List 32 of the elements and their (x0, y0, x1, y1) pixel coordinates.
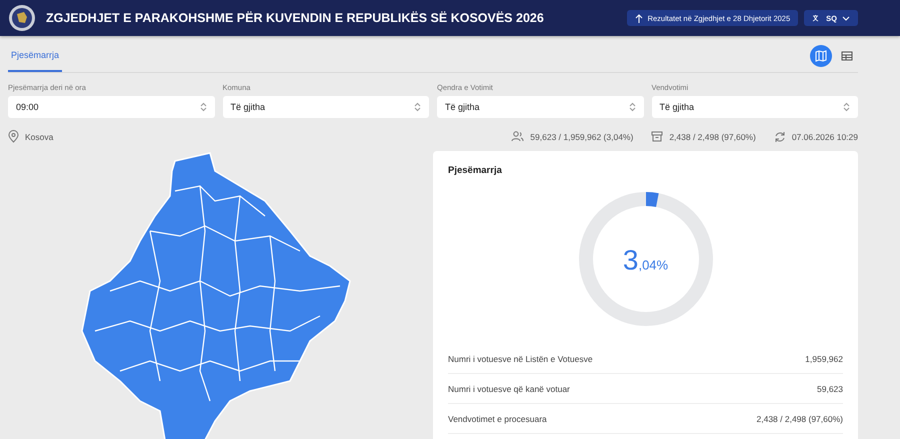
stat-text: 2,438 / 2,498 (97,60%) (669, 132, 756, 142)
people-icon (511, 131, 524, 142)
table-icon (841, 51, 853, 61)
row-label: Vendvotimet e procesuara (448, 414, 547, 424)
sort-chevrons-icon (628, 102, 636, 112)
location-text: Kosova (25, 132, 54, 142)
sort-chevrons-icon (414, 102, 421, 112)
select-field[interactable]: 09:00 (8, 96, 214, 118)
select-field[interactable]: Të gjitha (222, 96, 429, 118)
map-view-button[interactable] (810, 45, 832, 67)
stat-text: 59,623 / 1,959,962 (3,04%) (530, 132, 634, 142)
row-label: Numri i votuesve që kanë votuar (448, 384, 570, 394)
sort-chevrons-icon (200, 102, 206, 112)
card-title: Pjesëmarrja (448, 165, 503, 176)
ballot-box-icon (651, 131, 664, 142)
select-field[interactable]: Të gjitha (437, 96, 644, 118)
emblem-icon (8, 4, 36, 32)
select-field[interactable]: Të gjitha (652, 96, 858, 118)
chevron-down-icon (842, 16, 850, 20)
stat-text: 07.06.2026 10:29 (792, 132, 858, 142)
row-value: 1,959,962 (805, 354, 843, 364)
row-label: Numri i votuesve në Listën e Votuesve (448, 354, 593, 364)
turnout-percentage: 3,04% (622, 244, 668, 277)
tab[interactable]: Pjesëmarrja (8, 40, 62, 72)
row-value: 59,623 (817, 384, 843, 394)
sort-chevrons-icon (843, 102, 850, 112)
arrow-up-icon (634, 14, 643, 22)
location-pin-icon (8, 130, 19, 143)
row-value: 2,438 / 2,498 (97,60%) (756, 414, 843, 424)
map-icon (815, 50, 827, 62)
refresh-icon (774, 130, 786, 142)
page-title: ZGJEDHJET E PARAKOHSHME PËR KUVENDIN E REPUBLIKËS SË KOSOVËS 2026 (46, 11, 544, 25)
